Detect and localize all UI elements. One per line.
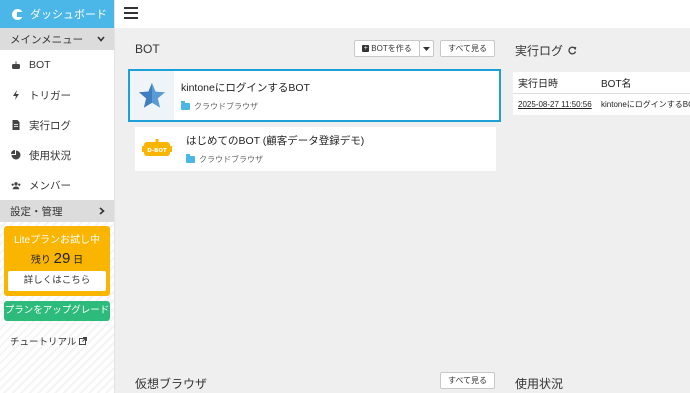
tutorial-link[interactable]: チュートリアル <box>10 334 114 348</box>
bolt-icon <box>13 90 19 100</box>
cloud-browser-icon <box>186 154 195 163</box>
bot-card[interactable]: D-BOT はじめてのBOT (顧客データ登録デモ) クラウドブラウザ <box>135 127 496 171</box>
caret-down-icon <box>423 46 430 51</box>
exec-log-header-row: 実行日時 BOT名 <box>513 72 690 94</box>
settings-header[interactable]: 設定・管理 <box>0 200 114 222</box>
exec-log-table: 実行日時 BOT名 2025-08-27 11:50:56 kintoneにログ… <box>513 72 690 115</box>
remaining-suffix: 日 <box>73 255 84 266</box>
remaining-prefix: 残り <box>30 255 51 266</box>
plus-icon: + <box>362 45 370 52</box>
bot-card-body: kintoneにログインするBOT クラウドブラウザ <box>174 80 310 112</box>
log-datetime-link[interactable]: 2025-08-27 11:50:56 <box>513 100 601 109</box>
file-icon <box>12 120 20 130</box>
cloud-browser-icon <box>181 100 190 110</box>
bot-card[interactable]: kintoneにログインするBOT クラウドブラウザ <box>128 69 501 122</box>
top-bar <box>115 0 690 28</box>
settings-label: 設定・管理 <box>10 205 63 218</box>
trial-status: Liteプランお試し中 <box>13 235 101 246</box>
chevron-down-icon <box>97 36 105 42</box>
trial-detail-button[interactable]: 詳しくはこちら <box>8 271 106 291</box>
tutorial-label: チュートリアル <box>10 337 77 348</box>
refresh-icon[interactable] <box>568 46 577 55</box>
bots-view-all-button[interactable]: すべて見る <box>440 40 495 57</box>
log-bot-name: kintoneにログインするBOT <box>601 100 690 109</box>
usage-title: 使用状況 <box>515 377 564 391</box>
upgrade-button[interactable]: プランをアップグレード <box>4 301 110 321</box>
dashboard-label: ダッシュボード <box>30 9 107 21</box>
table-row[interactable]: 2025-08-27 11:50:56 kintoneにログインするBOT <box>513 94 690 115</box>
users-icon <box>11 181 21 189</box>
sidebar-item-label: BOT <box>29 59 51 71</box>
sidebar-item-label: メンバー <box>29 179 71 192</box>
hamburger-menu-icon[interactable] <box>124 6 138 20</box>
sidebar-item-usage[interactable]: 使用状況 <box>0 140 114 170</box>
dashboard-logo-icon <box>12 8 23 20</box>
sidebar-item-trigger[interactable]: トリガー <box>0 80 114 110</box>
robot-logo-icon: D-BOT <box>142 139 172 156</box>
sidebar-item-label: 使用状況 <box>29 149 71 162</box>
virtual-browser-title: 仮想ブラウザ <box>135 377 208 391</box>
star-icon <box>139 83 165 108</box>
column-header: BOT名 <box>601 79 632 90</box>
bot-name: kintoneにログインするBOT <box>181 81 310 94</box>
trial-remaining: 残り 29 日 <box>8 250 106 267</box>
bot-type-label: クラウドブラウザ <box>194 101 258 111</box>
robot-logo-text: D-BOT <box>147 148 167 154</box>
bot-type-label: クラウドブラウザ <box>199 155 263 164</box>
create-bot-dropdown-button[interactable] <box>419 40 434 57</box>
robot-icon <box>12 61 20 69</box>
chevron-right-icon <box>99 207 105 215</box>
exec-log-title-label: 実行ログ <box>515 44 564 58</box>
create-bot-label: BOTを作る <box>371 44 412 53</box>
bot-type: クラウドブラウザ <box>181 100 310 112</box>
dashboard-link[interactable]: ダッシュボード <box>0 0 114 28</box>
bot-type: クラウドブラウザ <box>186 154 364 165</box>
bot-name: はじめてのBOT (顧客データ登録デモ) <box>186 135 365 147</box>
sidebar: ダッシュボード メインメニュー BOT トリガー 実行ログ 使用状況 メンバー … <box>0 0 115 393</box>
bot-card-body: はじめてのBOT (顧客データ登録デモ) クラウドブラウザ <box>179 133 364 165</box>
remaining-days: 29 <box>53 250 71 267</box>
sidebar-item-label: トリガー <box>29 89 71 102</box>
bot-section-title: BOT <box>135 42 160 56</box>
sidebar-item-bot[interactable]: BOT <box>0 50 114 80</box>
external-link-icon <box>79 337 88 345</box>
main-menu-header[interactable]: メインメニュー <box>0 28 114 50</box>
virtual-browser-view-all-button[interactable]: すべて見る <box>440 372 495 389</box>
trial-panel: Liteプランお試し中 残り 29 日 詳しくはこちら <box>4 226 110 296</box>
sidebar-item-exec-log[interactable]: 実行ログ <box>0 110 114 140</box>
bot-thumbnail: D-BOT <box>135 127 179 171</box>
bot-thumbnail <box>130 71 174 120</box>
sidebar-item-label: 実行ログ <box>29 119 71 132</box>
sidebar-item-members[interactable]: メンバー <box>0 170 114 200</box>
pie-chart-icon <box>11 150 21 160</box>
main-menu: BOT トリガー 実行ログ 使用状況 メンバー <box>0 50 114 200</box>
create-bot-button[interactable]: + BOTを作る <box>354 40 420 57</box>
column-header: 実行日時 <box>518 79 558 90</box>
main-menu-label: メインメニュー <box>10 33 84 46</box>
exec-log-title: 実行ログ <box>515 42 577 59</box>
